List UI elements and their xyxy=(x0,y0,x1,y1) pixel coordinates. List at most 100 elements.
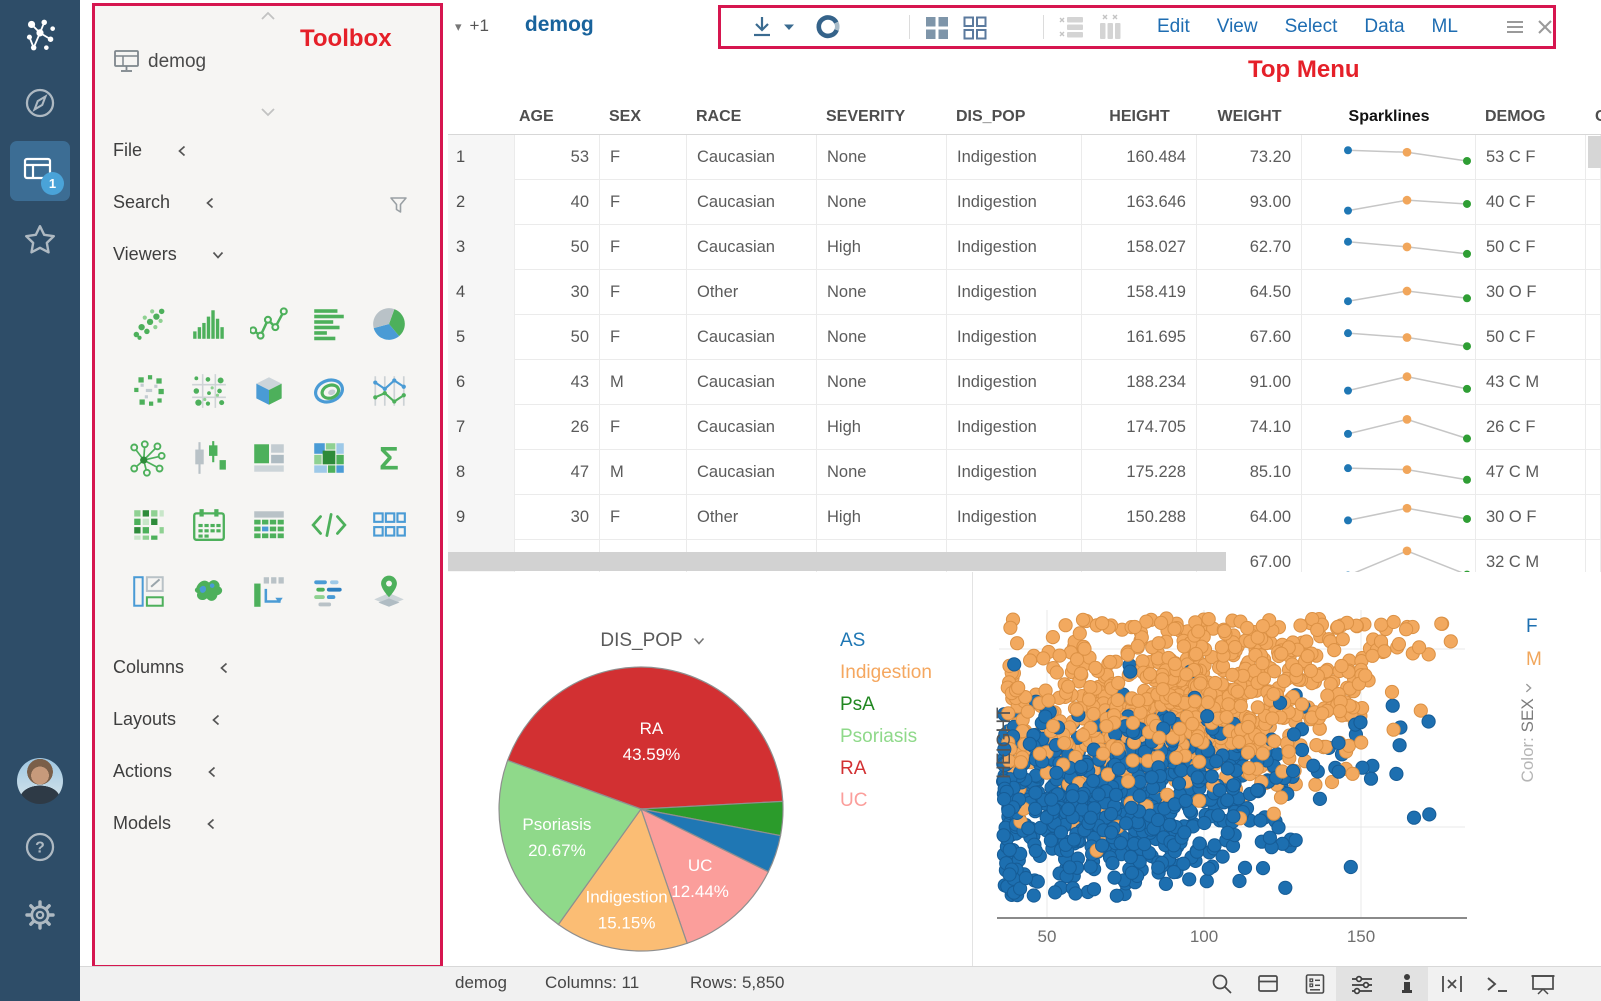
cell-num[interactable]: 4 xyxy=(448,270,515,315)
pie-legend-item-RA[interactable]: RA xyxy=(840,758,932,780)
cell-height[interactable]: 161.695 xyxy=(1082,315,1197,360)
cell-demog[interactable]: 50 C F xyxy=(1476,315,1586,360)
toolbox-section-models[interactable]: Models xyxy=(113,813,217,834)
3d-scatter-plot-icon[interactable] xyxy=(239,357,299,424)
console-icon[interactable] xyxy=(1484,972,1510,1001)
cell-height[interactable]: 174.705 xyxy=(1082,405,1197,450)
status-columns-count[interactable]: Columns: 11 xyxy=(545,973,639,993)
cell-height[interactable]: 150.288 xyxy=(1082,495,1197,540)
cell-demog[interactable]: 47 C M xyxy=(1476,450,1586,495)
cell-weight[interactable]: 74.10 xyxy=(1197,405,1302,450)
close-icon[interactable] xyxy=(1535,8,1555,46)
cell-severity[interactable]: None xyxy=(817,180,947,225)
info-person-icon[interactable] xyxy=(1396,972,1418,1001)
cell-dis_pop[interactable]: Indigestion xyxy=(947,450,1082,495)
scatter-plot[interactable]: 50100150 xyxy=(973,572,1601,966)
tile-viewer-icon[interactable] xyxy=(359,491,419,558)
table-row[interactable]: 350FCaucasianHighIndigestion158.02762.70… xyxy=(448,225,1601,270)
variables-icon[interactable] xyxy=(1438,972,1466,1001)
cell-race[interactable]: Caucasian xyxy=(687,315,817,360)
column-header-weight[interactable]: WEIGHT xyxy=(1197,108,1302,126)
column-header-spark[interactable]: Sparklines xyxy=(1302,108,1476,126)
cell-sex[interactable]: F xyxy=(600,495,687,540)
cell-sex[interactable]: F xyxy=(600,135,687,180)
status-rows-count[interactable]: Rows: 5,850 xyxy=(690,973,785,993)
cell-demog[interactable]: 53 C F xyxy=(1476,135,1586,180)
cell-severity[interactable]: High xyxy=(817,405,947,450)
cell-height[interactable]: 188.234 xyxy=(1082,360,1197,405)
cell-demog[interactable]: 43 C M xyxy=(1476,360,1586,405)
cell-height[interactable]: 158.419 xyxy=(1082,270,1197,315)
density-plot-icon[interactable] xyxy=(299,357,359,424)
column-header-demog[interactable]: DEMOG xyxy=(1476,108,1586,126)
cell-race[interactable]: Other xyxy=(687,270,817,315)
menu-ml[interactable]: ML xyxy=(1432,16,1458,38)
pie-chart[interactable]: RA43.59%UC12.44%Indigestion15.15%Psorias… xyxy=(495,663,787,955)
cell-demog[interactable]: 50 C F xyxy=(1476,225,1586,270)
download-button[interactable] xyxy=(749,8,775,46)
menu-view[interactable]: View xyxy=(1217,16,1258,38)
cell-weight[interactable]: 62.70 xyxy=(1197,225,1302,270)
cell-c[interactable] xyxy=(1586,225,1601,270)
sidebar-item-tables[interactable]: 1 xyxy=(10,141,70,201)
cell-c[interactable] xyxy=(1586,405,1601,450)
cell-sex[interactable]: F xyxy=(600,405,687,450)
pivot-table-icon[interactable] xyxy=(239,558,299,625)
table-row[interactable]: 847MCaucasianNoneIndigestion175.22885.10… xyxy=(448,450,1601,495)
cell-spark[interactable] xyxy=(1302,180,1476,225)
cell-race[interactable]: Caucasian xyxy=(687,135,817,180)
menu-select[interactable]: Select xyxy=(1285,16,1338,38)
toolbox-section-columns[interactable]: Columns xyxy=(113,657,230,678)
tree-map-icon[interactable] xyxy=(239,424,299,491)
grid-icon[interactable] xyxy=(239,491,299,558)
cell-age[interactable]: 40 xyxy=(515,180,600,225)
cell-num[interactable]: 9 xyxy=(448,495,515,540)
table-row[interactable]: 550FCaucasianNoneIndigestion161.69567.60… xyxy=(448,315,1601,360)
toolbox-section-layouts[interactable]: Layouts xyxy=(113,709,222,730)
delete-rows-icon[interactable] xyxy=(1057,8,1087,46)
cell-weight[interactable]: 93.00 xyxy=(1197,180,1302,225)
cell-race[interactable]: Caucasian xyxy=(687,450,817,495)
cell-dis_pop[interactable]: Indigestion xyxy=(947,315,1082,360)
cell-age[interactable]: 43 xyxy=(515,360,600,405)
cell-sex[interactable]: F xyxy=(600,315,687,360)
cell-race[interactable]: Caucasian xyxy=(687,180,817,225)
color-by-label[interactable]: Color: SEX xyxy=(1518,652,1538,812)
cell-severity[interactable]: None xyxy=(817,360,947,405)
table-row[interactable]: 930FOtherHighIndigestion150.28864.0030 O… xyxy=(448,495,1601,540)
toolbox-scroll-up-icon[interactable] xyxy=(95,10,440,22)
cell-c[interactable] xyxy=(1586,450,1601,495)
scatter-plot-icon[interactable] xyxy=(119,290,179,357)
map-icon[interactable] xyxy=(359,558,419,625)
cell-dis_pop[interactable]: Indigestion xyxy=(947,225,1082,270)
cell-demog[interactable]: 32 C M xyxy=(1476,540,1586,572)
cell-num[interactable]: 5 xyxy=(448,315,515,360)
toolbox-section-viewers[interactable]: Viewers xyxy=(113,244,225,265)
cell-race[interactable]: Caucasian xyxy=(687,360,817,405)
help-icon[interactable]: ? xyxy=(0,830,80,864)
cell-spark[interactable] xyxy=(1302,135,1476,180)
pc-plot-icon[interactable] xyxy=(359,357,419,424)
cell-sex[interactable]: F xyxy=(600,180,687,225)
cell-num[interactable]: 2 xyxy=(448,180,515,225)
table-view-icon[interactable] xyxy=(1256,972,1280,1001)
cell-dis_pop[interactable]: Indigestion xyxy=(947,270,1082,315)
cell-severity[interactable]: None xyxy=(817,450,947,495)
cell-height[interactable]: 163.646 xyxy=(1082,180,1197,225)
cell-c[interactable] xyxy=(1586,540,1601,572)
refresh-icon[interactable] xyxy=(813,8,843,46)
cell-c[interactable] xyxy=(1586,495,1601,540)
cell-demog[interactable]: 26 C F xyxy=(1476,405,1586,450)
cell-severity[interactable]: None xyxy=(817,315,947,360)
cell-spark[interactable] xyxy=(1302,270,1476,315)
toolbox-section-file[interactable]: File xyxy=(113,140,188,161)
delete-columns-icon[interactable] xyxy=(1095,8,1125,46)
matrix-plot-icon[interactable] xyxy=(179,357,239,424)
trellis-plot-icon[interactable] xyxy=(119,357,179,424)
calendar-icon[interactable] xyxy=(179,491,239,558)
menu-data[interactable]: Data xyxy=(1364,16,1404,38)
table-row[interactable]: 240FCaucasianNoneIndigestion163.64693.00… xyxy=(448,180,1601,225)
cell-demog[interactable]: 30 O F xyxy=(1476,495,1586,540)
column-header-age[interactable]: AGE xyxy=(515,108,600,126)
cell-c[interactable] xyxy=(1586,360,1601,405)
